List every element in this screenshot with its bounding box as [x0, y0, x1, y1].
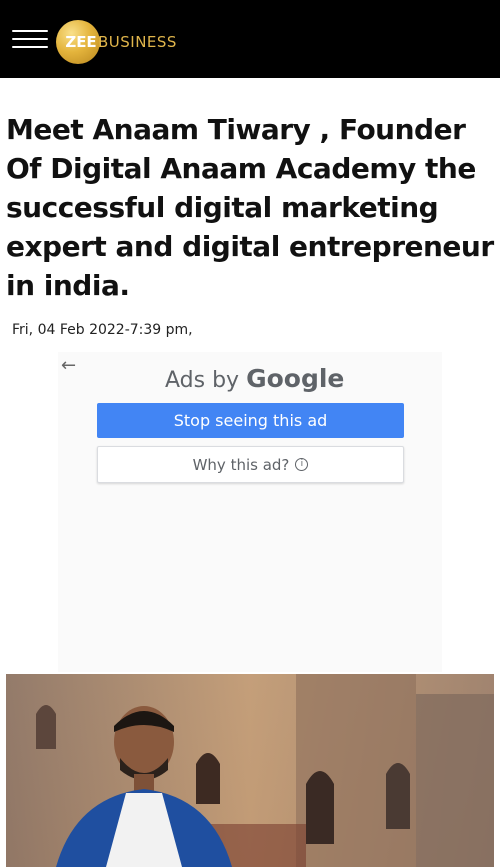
photo-illustration — [6, 674, 494, 867]
stop-seeing-ad-button[interactable]: Stop seeing this ad — [97, 403, 404, 438]
stop-seeing-ad-label: Stop seeing this ad — [173, 411, 328, 430]
zee-business-logo[interactable]: ZEE BUSINESS — [56, 20, 177, 64]
google-brand-text: Google — [246, 364, 345, 393]
top-header-bar: ZEE BUSINESS — [0, 0, 500, 78]
why-this-ad-label: Why this ad? — [192, 455, 290, 474]
why-this-ad-button[interactable]: Why this ad? i — [97, 446, 404, 483]
logo-prefix: ZEE — [65, 33, 97, 51]
ads-by-google-label: Ads by Google — [165, 364, 344, 393]
article-photo — [6, 674, 494, 867]
article-headline: Meet Anaam Tiwary , Founder Of Digital A… — [6, 113, 494, 302]
ads-by-text: Ads by — [165, 368, 240, 393]
logo-circle: ZEE — [56, 20, 100, 64]
ad-container — [58, 352, 442, 672]
info-icon: i — [295, 458, 309, 471]
logo-suffix: BUSINESS — [98, 33, 177, 51]
back-arrow-icon[interactable]: ← — [61, 357, 76, 375]
hamburger-menu-icon[interactable] — [12, 28, 50, 50]
article-date: Fri, 04 Feb 2022-7:39 pm, — [12, 322, 193, 338]
